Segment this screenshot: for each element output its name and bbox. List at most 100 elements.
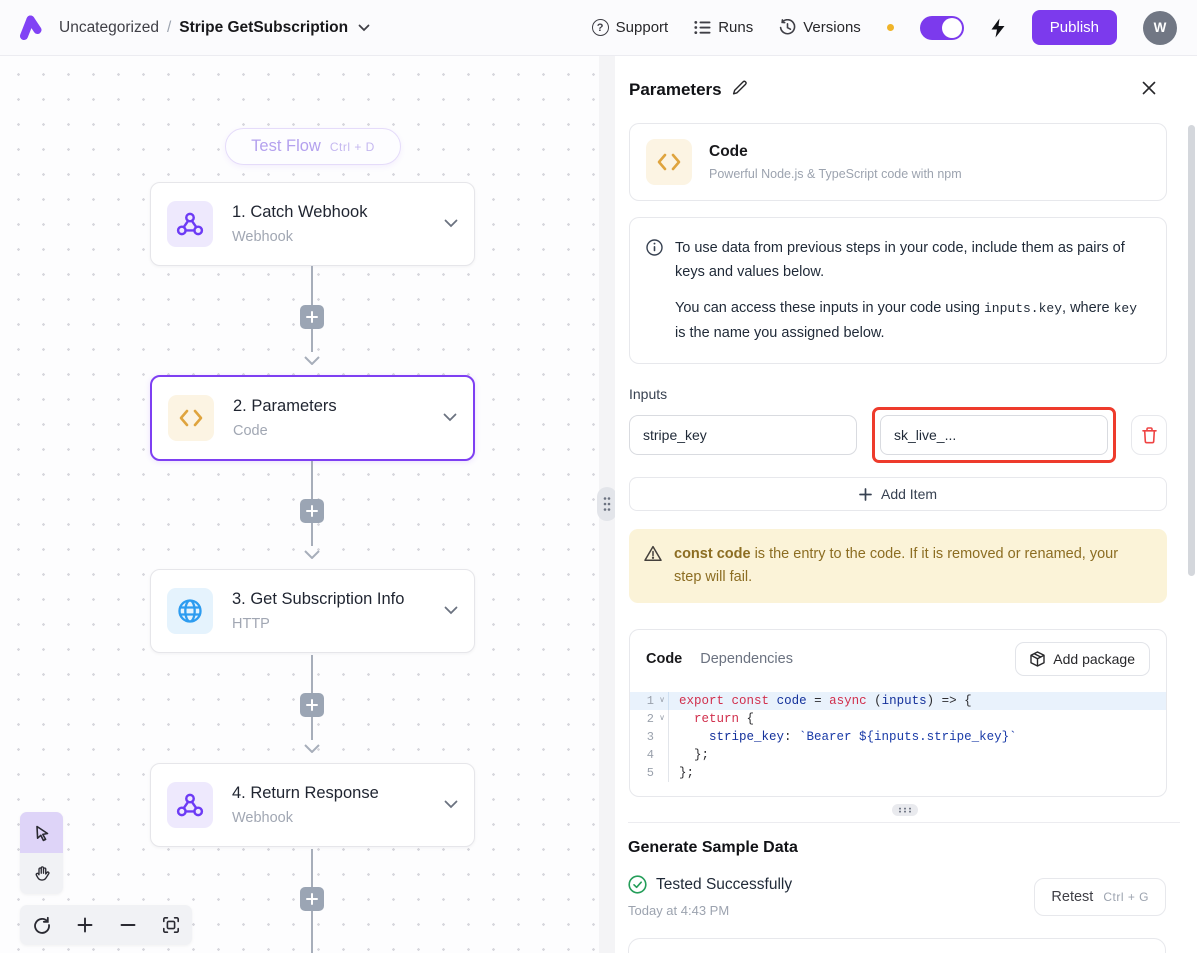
canvas-zoom-toolbar bbox=[20, 905, 192, 945]
chevron-down-icon[interactable] bbox=[443, 409, 457, 427]
add-step-button[interactable] bbox=[300, 693, 324, 717]
runs-button[interactable]: Runs bbox=[694, 19, 753, 36]
rename-pencil-icon[interactable] bbox=[732, 80, 748, 101]
generate-sample-data-section: Generate Sample Data Tested Successfully… bbox=[628, 822, 1180, 953]
chevron-down-icon[interactable] bbox=[444, 215, 458, 233]
breadcrumb-category[interactable]: Uncategorized bbox=[59, 19, 159, 37]
warning-banner: const code is the entry to the code. If … bbox=[629, 529, 1167, 603]
node-get-subscription-info[interactable]: 3. Get Subscription Info HTTP bbox=[150, 569, 475, 653]
versions-button[interactable]: Versions bbox=[779, 19, 861, 36]
support-button[interactable]: ? Support bbox=[592, 19, 669, 36]
node-parameters[interactable]: 2. Parameters Code bbox=[150, 375, 475, 461]
node-subtitle: Webhook bbox=[232, 229, 425, 245]
node-title: 2. Parameters bbox=[233, 397, 424, 416]
support-label: Support bbox=[616, 19, 669, 36]
node-subtitle: HTTP bbox=[232, 616, 425, 632]
bolt-icon[interactable] bbox=[990, 18, 1006, 38]
tab-code[interactable]: Code bbox=[646, 651, 682, 667]
flow-enabled-toggle[interactable] bbox=[920, 16, 964, 40]
close-panel-icon[interactable] bbox=[1142, 81, 1156, 100]
pointer-tool-group bbox=[20, 812, 63, 894]
info-paragraph-1: To use data from previous steps in your … bbox=[675, 236, 1146, 284]
delete-input-button[interactable] bbox=[1131, 415, 1167, 455]
info-note: To use data from previous steps in your … bbox=[629, 217, 1167, 364]
step-type-subtitle: Powerful Node.js & TypeScript code with … bbox=[709, 167, 962, 181]
fit-view-icon[interactable] bbox=[154, 908, 188, 942]
add-step-button[interactable] bbox=[300, 499, 324, 523]
node-return-response[interactable]: 4. Return Response Webhook bbox=[150, 763, 475, 847]
node-title: 4. Return Response bbox=[232, 784, 425, 803]
warning-text: const code is the entry to the code. If … bbox=[674, 543, 1149, 589]
node-subtitle: Code bbox=[233, 423, 424, 439]
panel-split-grip-icon[interactable] bbox=[892, 804, 918, 816]
node-title: 1. Catch Webhook bbox=[232, 203, 425, 222]
webhook-icon bbox=[167, 201, 213, 247]
panel-scrollbar[interactable] bbox=[1188, 125, 1195, 576]
code-icon bbox=[168, 395, 214, 441]
step-type-card: Code Powerful Node.js & TypeScript code … bbox=[629, 123, 1167, 201]
app-logo-icon[interactable] bbox=[18, 14, 45, 41]
flow-canvas[interactable]: Test Flow Ctrl + D 1. Catch Webhook Webh… bbox=[0, 56, 599, 953]
info-paragraph-2: You can access these inputs in your code… bbox=[675, 296, 1146, 345]
publish-button[interactable]: Publish bbox=[1032, 10, 1117, 45]
globe-icon bbox=[167, 588, 213, 634]
add-step-button[interactable] bbox=[300, 887, 324, 911]
input-key-field[interactable] bbox=[629, 415, 857, 455]
avatar[interactable]: W bbox=[1143, 11, 1177, 45]
select-tool-button[interactable] bbox=[20, 812, 63, 853]
arrow-down-icon bbox=[303, 546, 321, 564]
node-subtitle: Webhook bbox=[232, 810, 425, 826]
add-item-label: Add Item bbox=[881, 486, 937, 502]
add-step-button[interactable] bbox=[300, 305, 324, 329]
test-flow-shortcut: Ctrl + D bbox=[330, 140, 375, 154]
test-status-text: Tested Successfully bbox=[656, 876, 792, 894]
add-item-button[interactable]: Add Item bbox=[629, 477, 1167, 511]
plus-icon bbox=[859, 488, 872, 501]
retest-button[interactable]: Retest Ctrl + G bbox=[1034, 878, 1166, 916]
warning-triangle-icon bbox=[644, 545, 662, 589]
test-flow-label: Test Flow bbox=[251, 137, 321, 156]
zoom-out-icon[interactable] bbox=[111, 908, 145, 942]
flow-name[interactable]: Stripe GetSubscription bbox=[179, 19, 348, 37]
add-package-button[interactable]: Add package bbox=[1015, 642, 1150, 676]
generate-sample-data-title: Generate Sample Data bbox=[628, 839, 1180, 857]
breadcrumb: Uncategorized / Stripe GetSubscription bbox=[59, 19, 370, 37]
panel-title: Parameters bbox=[629, 80, 722, 100]
output-card: Output bbox=[628, 938, 1166, 953]
tab-dependencies[interactable]: Dependencies bbox=[700, 651, 793, 667]
pan-hand-tool-button[interactable] bbox=[20, 853, 63, 894]
help-icon: ? bbox=[592, 19, 609, 36]
chevron-down-icon[interactable] bbox=[444, 602, 458, 620]
check-circle-icon bbox=[628, 875, 647, 894]
test-timestamp: Today at 4:43 PM bbox=[628, 903, 792, 918]
chevron-down-icon[interactable] bbox=[444, 796, 458, 814]
top-header: Uncategorized / Stripe GetSubscription ?… bbox=[0, 0, 1197, 56]
flow-menu-chevron-icon[interactable] bbox=[358, 24, 370, 32]
retest-shortcut: Ctrl + G bbox=[1103, 890, 1149, 904]
package-icon bbox=[1030, 651, 1045, 667]
versions-history-icon bbox=[779, 19, 796, 36]
webhook-icon bbox=[167, 782, 213, 828]
code-editor-card: Code Dependencies Add package 1∨export c… bbox=[629, 629, 1167, 797]
node-title: 3. Get Subscription Info bbox=[232, 590, 425, 609]
info-icon bbox=[646, 239, 663, 345]
reset-view-icon[interactable] bbox=[25, 908, 59, 942]
input-key-value-row bbox=[629, 407, 1167, 463]
breadcrumb-separator: / bbox=[167, 19, 171, 37]
test-flow-button[interactable]: Test Flow Ctrl + D bbox=[225, 128, 401, 165]
runs-list-icon bbox=[694, 20, 711, 35]
arrow-down-icon bbox=[303, 352, 321, 370]
inputs-label: Inputs bbox=[629, 386, 1180, 402]
versions-label: Versions bbox=[803, 19, 861, 36]
zoom-in-icon[interactable] bbox=[68, 908, 102, 942]
status-dot bbox=[887, 24, 894, 31]
highlight-red-box bbox=[872, 407, 1116, 463]
panel-resizer[interactable] bbox=[599, 56, 615, 953]
node-catch-webhook[interactable]: 1. Catch Webhook Webhook bbox=[150, 182, 475, 266]
input-value-field[interactable] bbox=[880, 415, 1108, 455]
code-lines[interactable]: 1∨export const code = async (inputs) => … bbox=[630, 686, 1166, 782]
runs-label: Runs bbox=[718, 19, 753, 36]
code-icon bbox=[646, 139, 692, 185]
step-type-title: Code bbox=[709, 143, 962, 161]
arrow-down-icon bbox=[303, 740, 321, 758]
